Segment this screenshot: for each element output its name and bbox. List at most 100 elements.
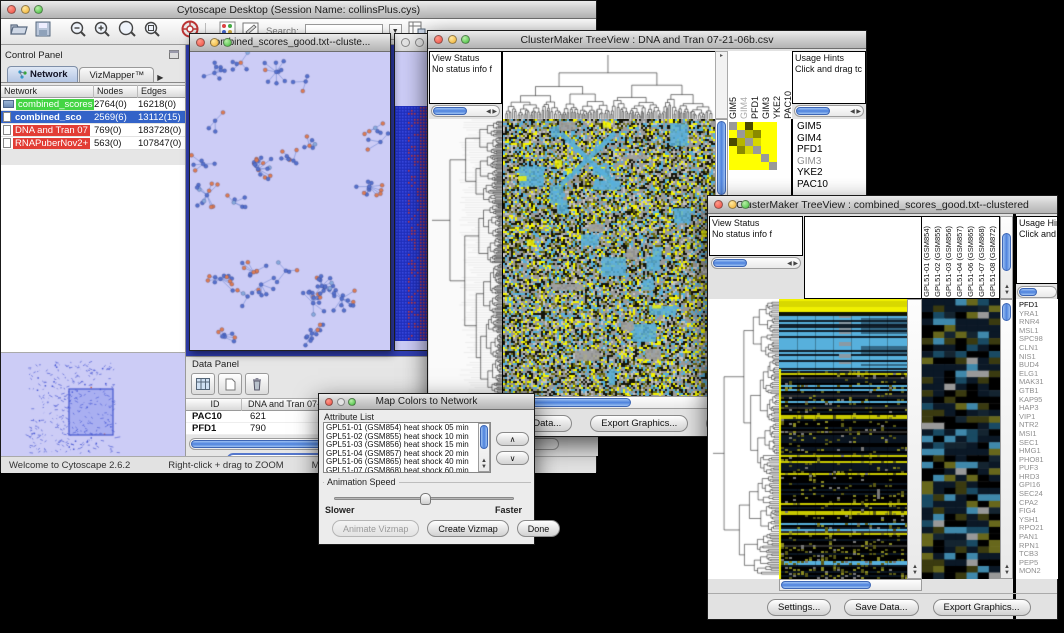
tv1-column-label[interactable]: GIM5 [728,97,738,119]
attribute-list-scrollbar[interactable]: ▲▼ [478,423,490,472]
new-attribute-icon[interactable] [218,373,242,395]
tv2-column-label[interactable]: GPL51-07 (GSM868) [977,226,987,297]
gene-label[interactable]: GIM4 [797,133,866,145]
tab-vizmapper[interactable]: VizMapper™ [79,67,154,82]
zoom-in-icon[interactable] [93,20,111,43]
tv1-column-label[interactable]: PAC10 [783,91,792,119]
tv2-column-label[interactable]: GPL51-01 (GSM854) [922,226,932,297]
slower-label: Slower [325,505,355,515]
save-icon[interactable] [35,21,51,42]
gene-label[interactable]: GIM3 [797,156,866,168]
tv2-export-graphics-button[interactable]: Export Graphics... [933,599,1031,616]
zoom-button[interactable] [34,5,43,14]
tv1-column-label[interactable]: GIM3 [761,97,771,119]
tv1-column-label[interactable]: YKE2 [772,96,782,119]
tv2-detail-vscrollbar[interactable]: ▲▼ [1000,299,1013,579]
close-button[interactable] [714,200,723,209]
zoom-button[interactable] [348,398,356,406]
tv1-column-dendrogram[interactable] [502,51,716,121]
close-button[interactable] [196,38,205,47]
tv2-column-label[interactable]: GPL51-04 (GSM857) [955,226,965,297]
zoom-button[interactable] [461,35,470,44]
zoom-selected-icon[interactable] [143,20,161,43]
tv2-labels-vscrollbar[interactable]: ▲▼ [1000,216,1013,299]
matrix-cell [729,154,737,162]
minimize-button[interactable] [337,398,345,406]
slider-thumb[interactable] [420,493,431,505]
delete-attribute-icon[interactable] [245,373,269,395]
treeview1-titlebar[interactable]: ClusterMaker TreeView : DNA and Tran 07-… [428,31,866,49]
zoom-out-icon[interactable] [69,20,87,43]
tv2-heatmap[interactable] [779,299,907,579]
zoom-button[interactable] [741,200,750,209]
network-window-1-titlebar[interactable]: combined_scores_good.txt--cluste... [190,34,390,52]
move-down-button[interactable]: ∨ [496,451,529,465]
tv2-zoom-heatmap[interactable] [922,299,1000,579]
minimize-button[interactable] [21,5,30,14]
zoom-button[interactable] [223,38,232,47]
tv1-heatmap[interactable] [502,119,715,396]
main-window-titlebar[interactable]: Cytoscape Desktop (Session Name: collins… [1,1,596,19]
gene-label[interactable]: GIM5 [797,121,866,133]
tv2-hscrollbar[interactable] [779,579,922,591]
tv2-gene-list[interactable]: PFD1YRA1RNR4MSL1SPC98CLN1NIS1BUD4ELG1MAK… [1016,299,1058,579]
tab-overflow-arrow[interactable]: ▶ [157,73,163,82]
zoom-fit-icon[interactable] [117,20,137,43]
move-up-button[interactable]: ∧ [496,432,529,446]
faster-label: Faster [495,505,522,515]
network-row[interactable]: DNA and Tran 07769(0)183728(0) [1,124,185,137]
tv2-hints-scrollbar[interactable] [1017,286,1057,298]
tv1-similarity-matrix[interactable] [729,122,777,170]
birdseye-view[interactable] [1,353,185,456]
minimize-button[interactable] [210,38,219,47]
tab-network[interactable]: Network [7,66,78,82]
gene-label[interactable]: YKE2 [797,167,866,179]
tv2-view-status: View StatusNo status info f [709,216,803,256]
minimize-button[interactable] [415,38,424,47]
tv2-save-data-button[interactable]: Save Data... [844,599,918,616]
tv2-heatmap-vscrollbar[interactable]: ▲▼ [907,299,922,579]
tv1-col-scroll-sliver[interactable]: ▸ [715,51,728,119]
tv2-column-label[interactable]: GPL51-06 (GSM865) [966,226,976,297]
tv2-column-label[interactable]: GPL51-02 (GSM855) [933,226,943,297]
attribute-list[interactable]: GPL51-01 (GSM854) heat shock 05 minGPL51… [323,422,491,473]
network-row[interactable]: RNAPuberNov2+563(0)107847(0) [1,137,185,150]
close-button[interactable] [434,35,443,44]
network-view-canvas[interactable] [190,52,390,350]
network-row[interactable]: combined_sco2569(6)13112(15) [1,111,185,124]
tv2-settings-button[interactable]: Settings... [767,599,831,616]
minimize-button[interactable] [448,35,457,44]
tv2-column-dendrogram-area[interactable] [804,216,922,299]
tv1-column-label[interactable]: GIM4 [739,97,749,119]
tv2-column-label[interactable]: GPL51-08 (GSM872) [988,226,998,297]
minimize-button[interactable] [728,200,737,209]
gene-label[interactable]: PAC10 [797,179,866,191]
tv1-row-dendrogram[interactable] [429,119,502,396]
map-dialog-titlebar[interactable]: Map Colors to Network [319,394,534,410]
network-row[interactable]: combined_scores2764(0)16218(0) [1,98,185,111]
matrix-cell [753,146,761,154]
close-button[interactable] [401,38,410,47]
tv1-column-label[interactable]: PFD1 [750,96,760,119]
float-panel-icon[interactable] [169,46,179,64]
matrix-cell [769,162,777,170]
open-folder-icon[interactable] [9,21,29,42]
tv2-row-dendrogram[interactable] [708,299,779,579]
attribute-item[interactable]: GPL51-07 (GSM868) heat shock 60 min [326,467,490,473]
create-vizmap-button[interactable]: Create Vizmap [427,520,508,537]
done-button[interactable]: Done [517,520,561,537]
close-button[interactable] [325,398,333,406]
gene-label[interactable]: MON2 [1019,567,1058,576]
tv1-status-scrollbar[interactable]: ◀ ▶ [431,105,500,117]
animate-vizmap-button[interactable]: Animate Vizmap [332,520,419,537]
matrix-cell [753,154,761,162]
treeview2-titlebar[interactable]: ClusterMaker TreeView : combined_scores_… [708,196,1057,214]
tv2-column-label[interactable]: GPL51-03 (GSM856) [944,226,954,297]
tv1-export-graphics-button[interactable]: Export Graphics... [590,415,688,432]
attribute-select-icon[interactable] [191,373,215,395]
close-button[interactable] [7,5,16,14]
tv2-status-scrollbar[interactable]: ◀ ▶ [711,257,801,269]
gene-label[interactable]: PFD1 [797,144,866,156]
animation-speed-slider[interactable] [334,497,514,500]
tv1-hints-scrollbar[interactable]: ◀ ▶ [794,105,864,117]
